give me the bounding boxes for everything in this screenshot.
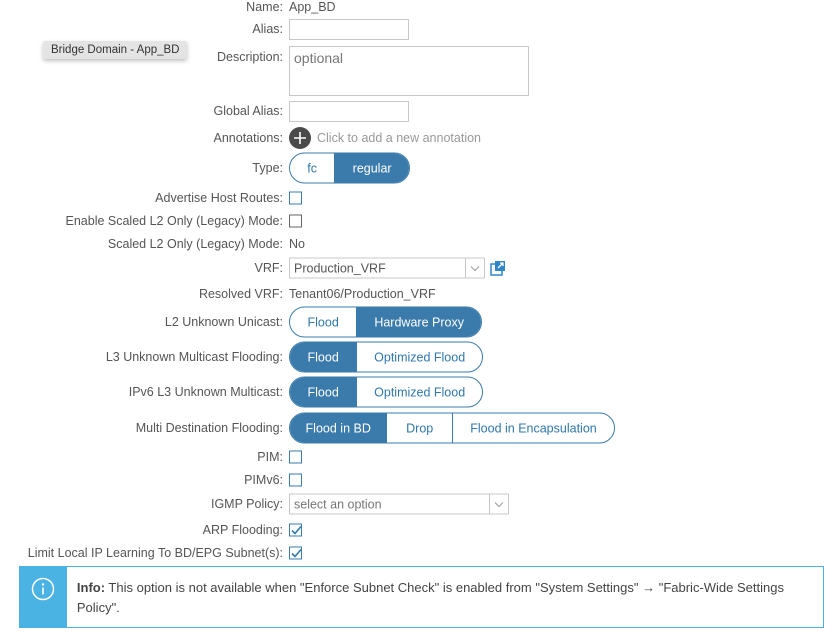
l2-unknown-unicast-label: L2 Unknown Unicast: — [164, 315, 283, 329]
l2-flood[interactable]: Flood — [290, 307, 358, 337]
l2-hardware-proxy[interactable]: Hardware Proxy — [357, 307, 481, 337]
l3-unknown-multicast-toggle[interactable]: Flood Optimized Flood — [289, 341, 483, 373]
chevron-down-icon — [465, 258, 484, 278]
name-value: App_BD — [289, 0, 336, 14]
arp-flooding-checkbox[interactable] — [289, 523, 302, 537]
l3-unknown-multicast-label: L3 Unknown Multicast Flooding: — [105, 350, 283, 364]
limit-local-ip-checkbox[interactable] — [289, 546, 302, 560]
info-icon — [20, 567, 67, 627]
enable-scaled-l2-checkbox[interactable] — [289, 214, 302, 228]
ipv6-flood[interactable]: Flood — [290, 377, 358, 407]
resolved-vrf-value: Tenant06/Production_VRF — [289, 287, 436, 301]
pim-label: PIM: — [257, 450, 283, 464]
info-prefix: Info: — [76, 580, 106, 595]
info-banner: Info: This option is not available when … — [19, 566, 824, 628]
global-alias-input[interactable] — [289, 101, 409, 122]
resolved-vrf-label: Resolved VRF: — [198, 287, 283, 301]
arp-flooding-label: ARP Flooding: — [202, 523, 283, 537]
check-icon — [291, 548, 302, 558]
type-fc[interactable]: fc — [290, 153, 336, 183]
add-annotation-icon[interactable] — [289, 127, 311, 149]
scaled-l2-label: Scaled L2 Only (Legacy) Mode: — [107, 237, 283, 251]
info-text: This option is not available when "Enfor… — [76, 580, 784, 615]
ipv6-optimized-flood[interactable]: Optimized Flood — [357, 378, 482, 407]
vrf-value: Production_VRF — [294, 261, 386, 275]
l3-optimized-flood[interactable]: Optimized Flood — [357, 343, 482, 372]
flood-in-encapsulation[interactable]: Flood in Encapsulation — [453, 414, 614, 443]
limit-local-ip-label: Limit Local IP Learning To BD/EPG Subnet… — [27, 546, 283, 560]
igmp-policy-placeholder: select an option — [294, 497, 382, 511]
advertise-host-routes-label: Advertise Host Routes: — [155, 191, 283, 205]
global-alias-label: Global Alias: — [213, 104, 283, 118]
description-label: Description: — [217, 50, 283, 64]
check-icon — [291, 525, 302, 535]
pimv6-label: PIMv6: — [244, 473, 283, 487]
igmp-policy-label: IGMP Policy: — [210, 497, 283, 511]
chevron-down-icon — [489, 494, 508, 514]
pimv6-checkbox[interactable] — [289, 473, 302, 487]
type-label: Type: — [252, 161, 283, 175]
open-external-icon[interactable] — [490, 260, 506, 279]
l2-unknown-unicast-toggle[interactable]: Flood Hardware Proxy — [289, 306, 482, 338]
type-toggle[interactable]: fc regular — [289, 152, 410, 184]
l3-flood[interactable]: Flood — [290, 342, 358, 372]
vrf-label: VRF: — [254, 261, 283, 275]
drop[interactable]: Drop — [387, 413, 453, 443]
ipv6-l3-unknown-multicast-label: IPv6 L3 Unknown Multicast: — [128, 385, 283, 399]
vrf-select[interactable]: Production_VRF — [289, 257, 485, 279]
name-label: Name: — [246, 0, 283, 14]
ipv6-l3-unknown-multicast-toggle[interactable]: Flood Optimized Flood — [289, 376, 483, 408]
igmp-policy-select[interactable]: select an option — [289, 493, 509, 515]
flood-in-bd[interactable]: Flood in BD — [290, 413, 388, 443]
annotation-hint[interactable]: Click to add a new annotation — [317, 131, 481, 145]
alias-input[interactable] — [289, 19, 409, 40]
annotations-label: Annotations: — [213, 131, 284, 145]
tooltip: Bridge Domain - App_BD — [43, 41, 188, 59]
enable-scaled-l2-label: Enable Scaled L2 Only (Legacy) Mode: — [65, 214, 284, 228]
pim-checkbox[interactable] — [289, 450, 302, 464]
advertise-host-routes-checkbox[interactable] — [289, 191, 302, 205]
alias-label: Alias: — [252, 22, 283, 36]
multi-dest-flooding-toggle[interactable]: Flood in BD Drop Flood in Encapsulation — [289, 412, 615, 444]
multi-dest-flooding-label: Multi Destination Flooding: — [135, 421, 283, 435]
scaled-l2-value: No — [289, 237, 305, 251]
type-regular[interactable]: regular — [335, 153, 409, 183]
description-textarea[interactable]: optional — [289, 46, 529, 96]
